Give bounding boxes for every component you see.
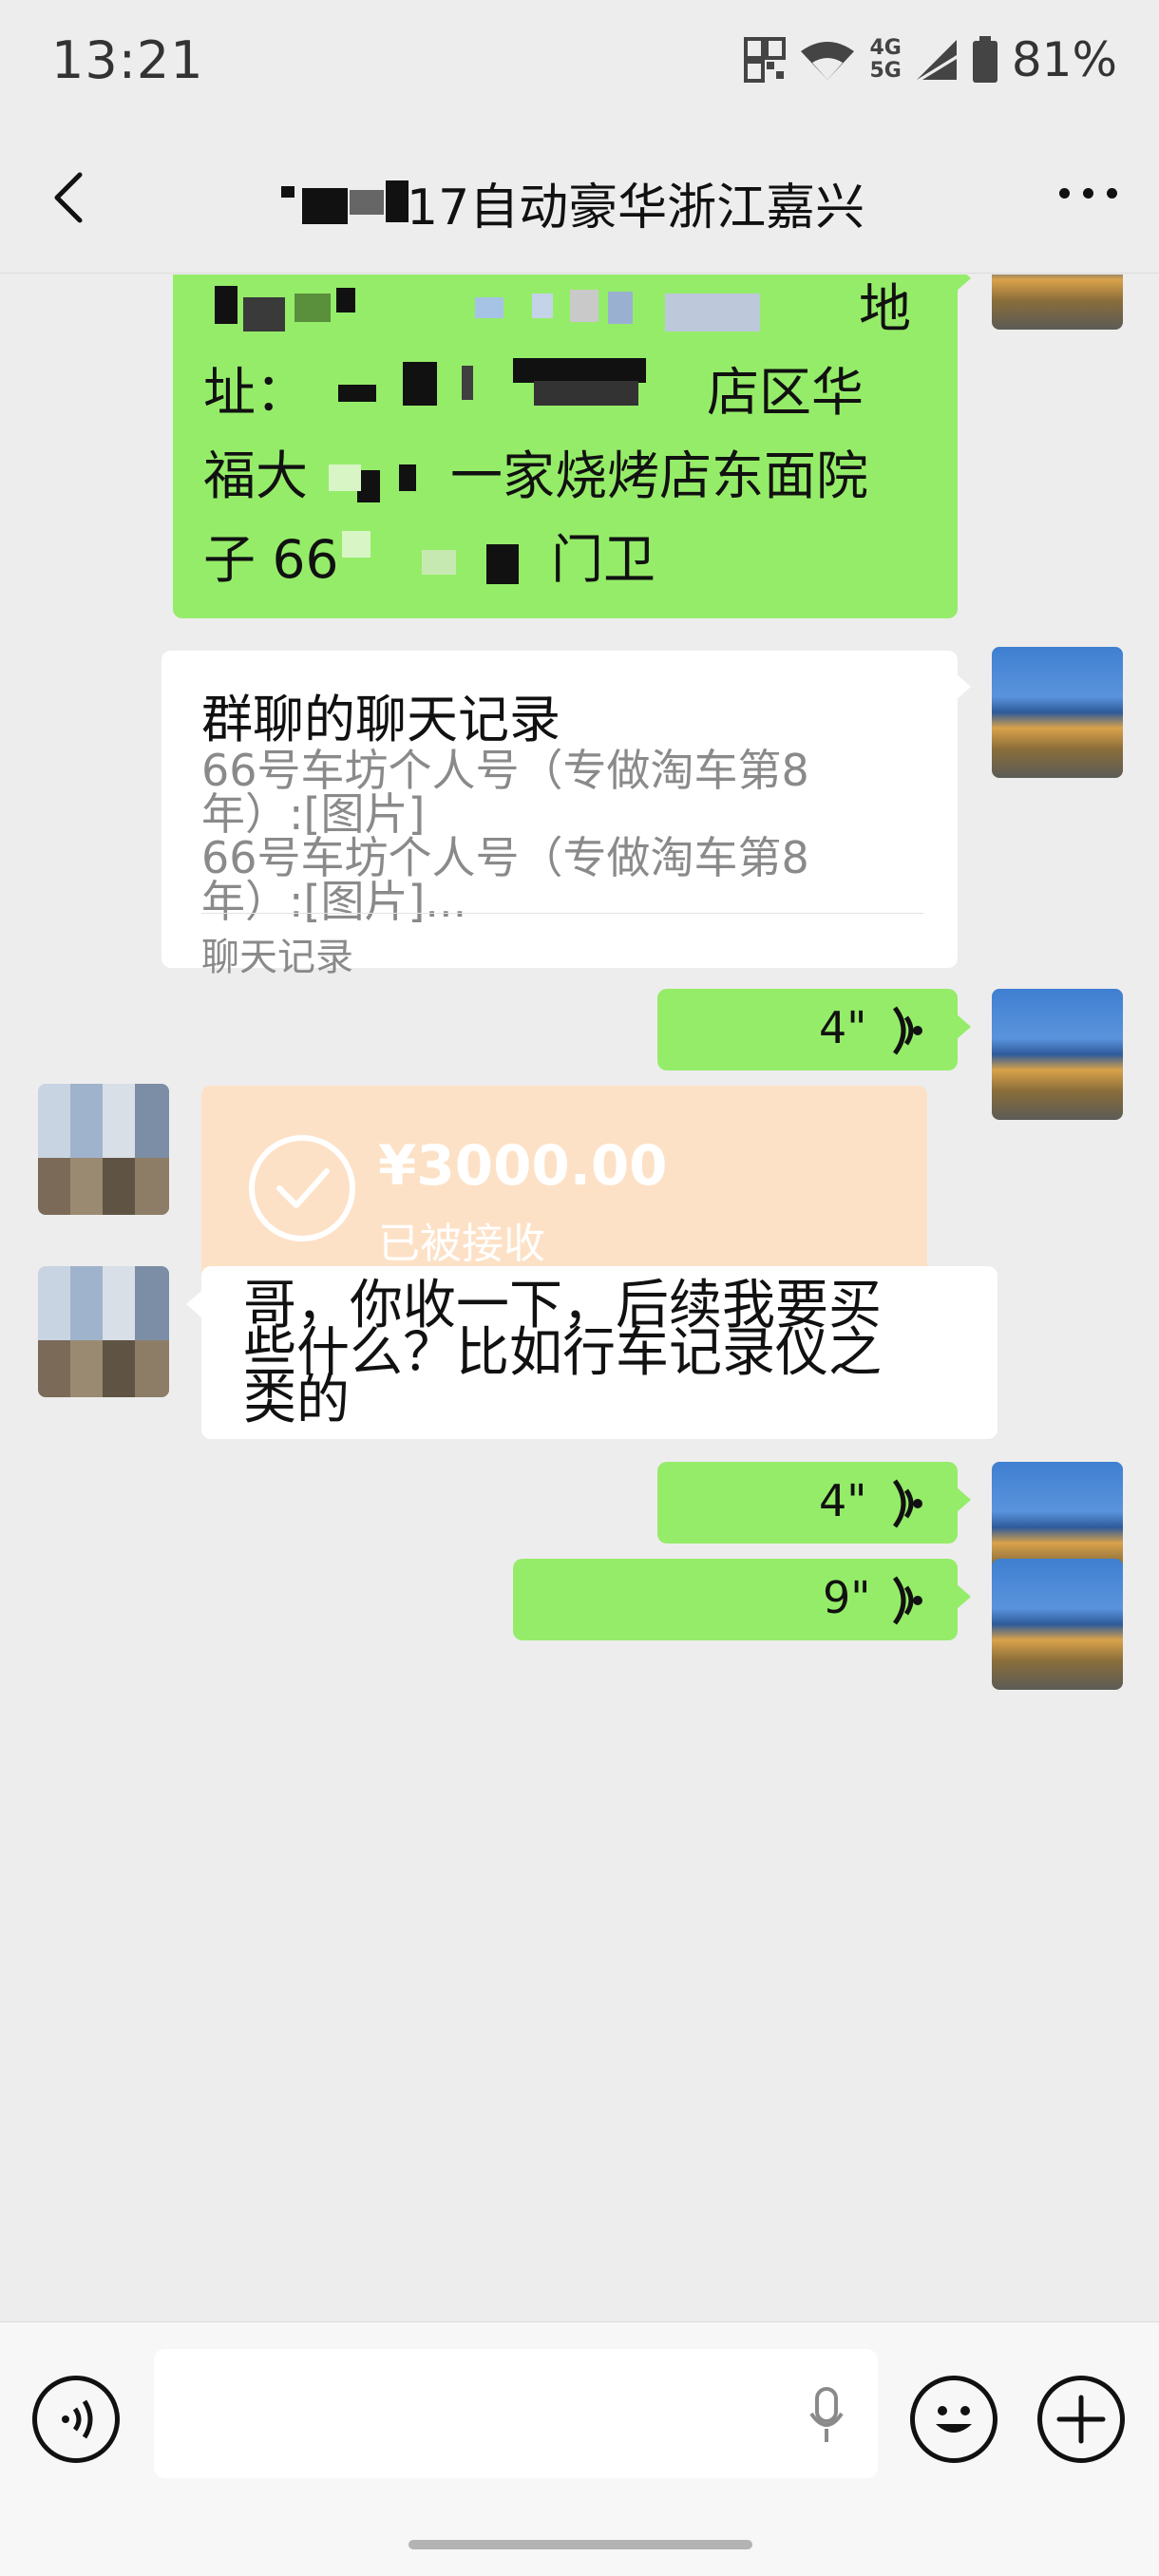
message-input[interactable]: [154, 2349, 878, 2478]
voice-wave-icon: [892, 1006, 922, 1055]
input-bar: [0, 2321, 1159, 2576]
chat-record-line: 年）:[图片]...: [201, 876, 467, 927]
address-line-3-end: 一家烧烤店东面院: [450, 445, 869, 506]
address-line-3-start: 福大: [203, 445, 309, 506]
self-avatar[interactable]: [992, 989, 1123, 1120]
wifi-icon: [801, 42, 855, 80]
chat-header: 17自动豪华浙江嘉兴: [0, 122, 1159, 274]
transfer-amount: ¥3000.00: [378, 1133, 668, 1198]
bubble-tail: [956, 1013, 971, 1040]
status-time: 13:21: [51, 30, 204, 90]
signal-icon: [916, 40, 957, 80]
battery-icon: [972, 36, 998, 83]
voice-duration: 4": [819, 1002, 867, 1053]
network-4g: 4G: [869, 36, 902, 60]
bubble-tail: [956, 673, 971, 700]
voice-duration: 4": [819, 1475, 867, 1526]
network-5g: 5G: [869, 59, 902, 83]
more-button[interactable]: [1059, 188, 1117, 199]
microphone-icon[interactable]: [808, 2387, 846, 2444]
voice-mode-button[interactable]: [32, 2376, 120, 2463]
home-indicator[interactable]: [408, 2540, 752, 2549]
status-icons: 4G 5G 81%: [744, 27, 1117, 93]
voice-wave-icon: [892, 1479, 922, 1528]
plus-button[interactable]: [1037, 2376, 1125, 2463]
voice-wave-icon: [892, 1576, 922, 1625]
self-avatar[interactable]: [992, 647, 1123, 778]
bubble-tail: [956, 1583, 971, 1610]
back-button[interactable]: [42, 160, 99, 236]
address-line-2-end: 店区华: [707, 362, 864, 423]
contact-avatar[interactable]: [38, 1266, 169, 1397]
self-avatar[interactable]: [992, 275, 1123, 330]
address-line-4-end: 门卫: [551, 529, 656, 590]
battery-percent: 81%: [1011, 32, 1117, 87]
voice-duration: 9": [823, 1572, 871, 1623]
plus-icon: [1056, 2395, 1106, 2444]
status-bar: 13:21 4G 5G 81%: [0, 0, 1159, 122]
address-line-2-start: 址：: [203, 362, 309, 423]
chat-record-footer: 聊天记录: [201, 936, 353, 979]
card-divider: [201, 913, 923, 914]
voice-mode-icon: [62, 2399, 93, 2439]
contact-avatar[interactable]: [38, 1084, 169, 1215]
text-message-line: 类的: [243, 1370, 350, 1431]
checkmark-circle-icon: [249, 1135, 355, 1241]
chat-messages[interactable]: 地 址： 店区华 福大 一家烧烤店东面院 子 66 门卫 群聊的聊天记录 66号…: [0, 275, 1159, 2321]
address-line-4-start: 子 66: [203, 529, 339, 590]
address-line-1-end: 地: [859, 278, 912, 339]
emoji-button[interactable]: [910, 2376, 998, 2463]
chat-title: 17自动豪华浙江嘉兴: [407, 180, 865, 237]
bubble-tail: [956, 275, 971, 292]
transfer-status: 已被接收: [378, 1220, 545, 1268]
nfc-icon: [744, 37, 787, 83]
self-avatar[interactable]: [992, 1559, 1123, 1690]
bubble-tail: [956, 1487, 971, 1513]
chevron-left-icon: [54, 172, 83, 223]
network-type: 4G 5G: [869, 37, 901, 83]
more-horizontal-icon: [1059, 188, 1070, 199]
emoji-icon: [936, 2406, 972, 2433]
bubble-tail: [186, 1291, 201, 1317]
